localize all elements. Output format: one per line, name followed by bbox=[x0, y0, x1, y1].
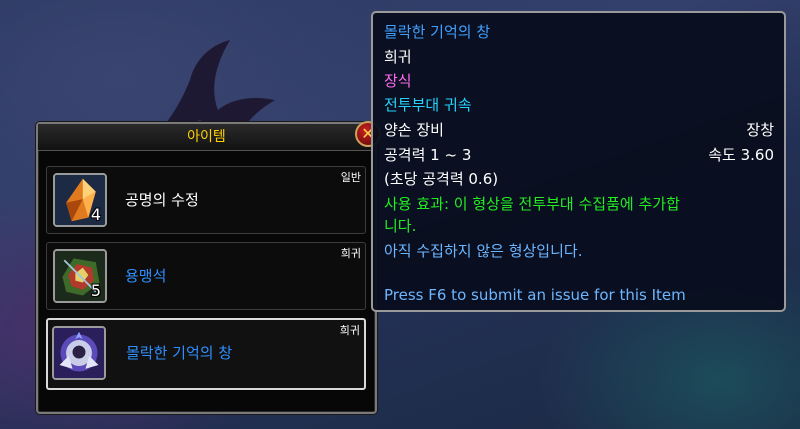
loot-item-row[interactable]: 4 공명의 수정 일반 bbox=[46, 166, 366, 234]
tooltip-collection-status: 아직 수집하지 않은 형상입니다. bbox=[384, 242, 583, 260]
tooltip-dps: (초당 공격력 0.6) bbox=[384, 170, 499, 188]
tooltip-item-type: 장식 bbox=[384, 72, 412, 90]
resonance-crystal-icon: 4 bbox=[53, 173, 107, 227]
item-tooltip: 몰락한 기억의 창 희귀 장식 전투부대 귀속 양손 장비 장창 공격력 1 ~… bbox=[371, 11, 786, 312]
loot-item-row[interactable]: 몰락한 기억의 창 희귀 bbox=[46, 318, 366, 390]
item-count: 4 bbox=[90, 205, 101, 224]
tooltip-use-effect-cont: 니다. bbox=[384, 217, 417, 235]
item-quality-label: 희귀 bbox=[340, 247, 361, 260]
tooltip-damage: 공격력 1 ~ 3 bbox=[384, 146, 472, 164]
loot-window-header: 아이템 bbox=[38, 124, 375, 151]
tooltip-rarity: 희귀 bbox=[384, 48, 412, 66]
tooltip-item-name: 몰락한 기억의 창 bbox=[384, 23, 491, 41]
spear-transmog-icon bbox=[52, 326, 106, 380]
loot-window: 아이템 ✕ 4 공명의 수정 일반 5 용맹석 희귀 몰락한 기억의 창 희귀 bbox=[36, 121, 381, 414]
loot-window-title: 아이템 bbox=[187, 129, 226, 145]
item-quality-label: 희귀 bbox=[339, 324, 360, 337]
item-name: 용맹석 bbox=[125, 267, 167, 285]
item-quality-label: 일반 bbox=[340, 171, 361, 184]
item-name: 공명의 수정 bbox=[125, 191, 199, 209]
item-count: 5 bbox=[90, 281, 101, 300]
valorstone-icon: 5 bbox=[53, 249, 107, 303]
tooltip-slot: 양손 장비 bbox=[384, 121, 444, 139]
tooltip-use-effect: 사용 효과: 이 형상을 전투부대 수집품에 추가합 bbox=[384, 195, 680, 213]
loot-item-row[interactable]: 5 용맹석 희귀 bbox=[46, 242, 366, 310]
tooltip-footer: Press F6 to submit an issue for this Ite… bbox=[384, 286, 686, 304]
item-name: 몰락한 기억의 창 bbox=[126, 344, 233, 362]
tooltip-speed: 속도 3.60 bbox=[708, 146, 774, 164]
tooltip-binding: 전투부대 귀속 bbox=[384, 96, 472, 114]
tooltip-weapon-type: 장창 bbox=[746, 121, 774, 139]
